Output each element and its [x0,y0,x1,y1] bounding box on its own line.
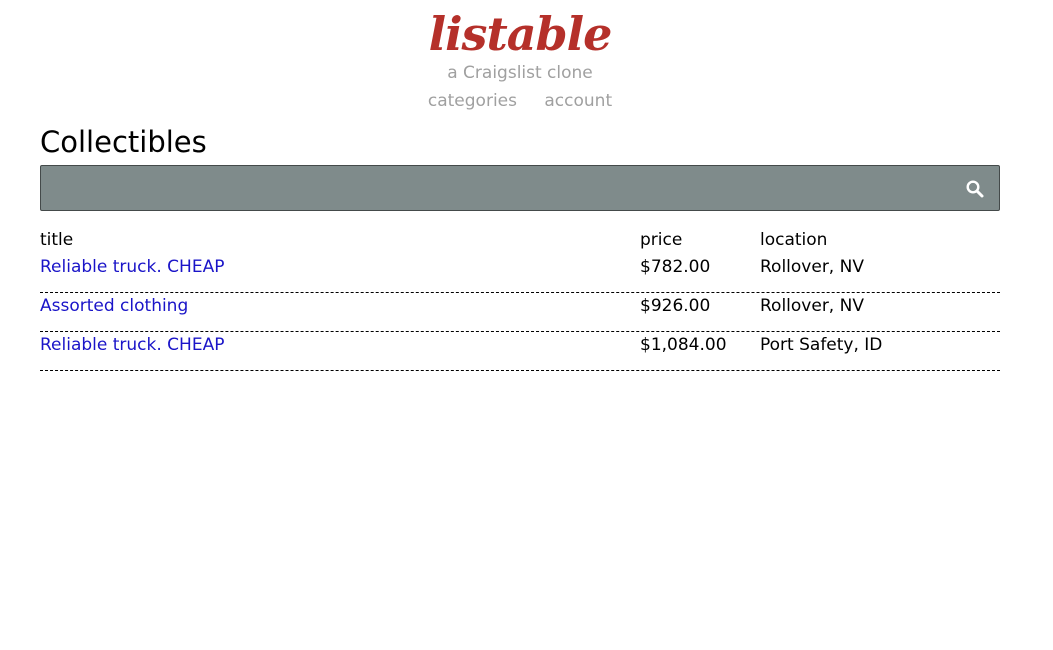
column-header-location: location [760,230,828,250]
table-row: Assorted clothing $926.00 Rollover, NV [40,293,1000,332]
nav-link-categories[interactable]: categories [428,91,517,111]
search-icon[interactable] [965,179,985,199]
table-header-row: title price location [40,226,1000,254]
table-row: Reliable truck. CHEAP $782.00 Rollover, … [40,254,1000,293]
table-row: Reliable truck. CHEAP $1,084.00 Port Saf… [40,332,1000,371]
listing-price: $926.00 [640,296,711,316]
listing-title-link[interactable]: Reliable truck. CHEAP [40,334,224,356]
main-nav: categories account [0,90,1040,112]
listing-title-link[interactable]: Reliable truck. CHEAP [40,256,224,278]
listings-table: title price location Reliable truck. CHE… [40,226,1000,371]
search-bar [40,165,1000,211]
page: listable a Craigslist clone categories a… [0,0,1053,650]
column-header-title: title [40,230,74,250]
listing-location: Port Safety, ID [760,335,883,355]
site-logo[interactable]: listable [0,6,1040,62]
page-title: Collectibles [40,125,207,159]
search-input[interactable] [41,166,999,210]
listing-location: Rollover, NV [760,257,864,277]
listing-title-link[interactable]: Assorted clothing [40,295,188,317]
column-header-price: price [640,230,683,250]
nav-link-account[interactable]: account [544,91,612,111]
site-tagline: a Craigslist clone [447,63,593,83]
listing-location: Rollover, NV [760,296,864,316]
listing-price: $1,084.00 [640,335,727,355]
listing-price: $782.00 [640,257,711,277]
